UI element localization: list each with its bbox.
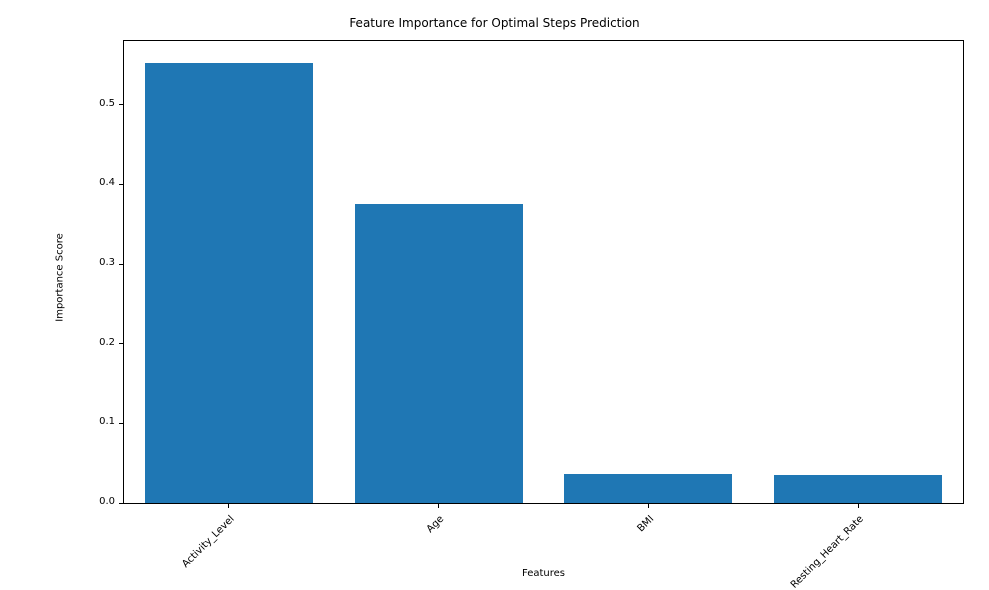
y-tick-label: 0.0 [99,496,115,507]
y-tick-label: 0.5 [99,98,115,109]
y-tick-label: 0.2 [99,337,115,348]
x-tick-label: BMI [635,514,656,535]
plot-area [123,40,964,504]
y-axis-label: Importance Score [55,233,66,322]
y-tick-label: 0.3 [99,257,115,268]
bars-group [124,41,963,503]
bar-activity-level [145,63,313,503]
bar-resting-heart-rate [774,475,942,503]
bar-bmi [564,474,732,503]
x-tick-label: Age [425,514,446,535]
bar-age [355,204,523,503]
chart-container: Feature Importance for Optimal Steps Pre… [0,0,989,590]
y-tick-label: 0.4 [99,177,115,188]
chart-title: Feature Importance for Optimal Steps Pre… [0,16,989,30]
x-axis-label: Features [123,568,964,579]
x-tick-label: Activity_Level [180,514,236,570]
y-tick-label: 0.1 [99,416,115,427]
